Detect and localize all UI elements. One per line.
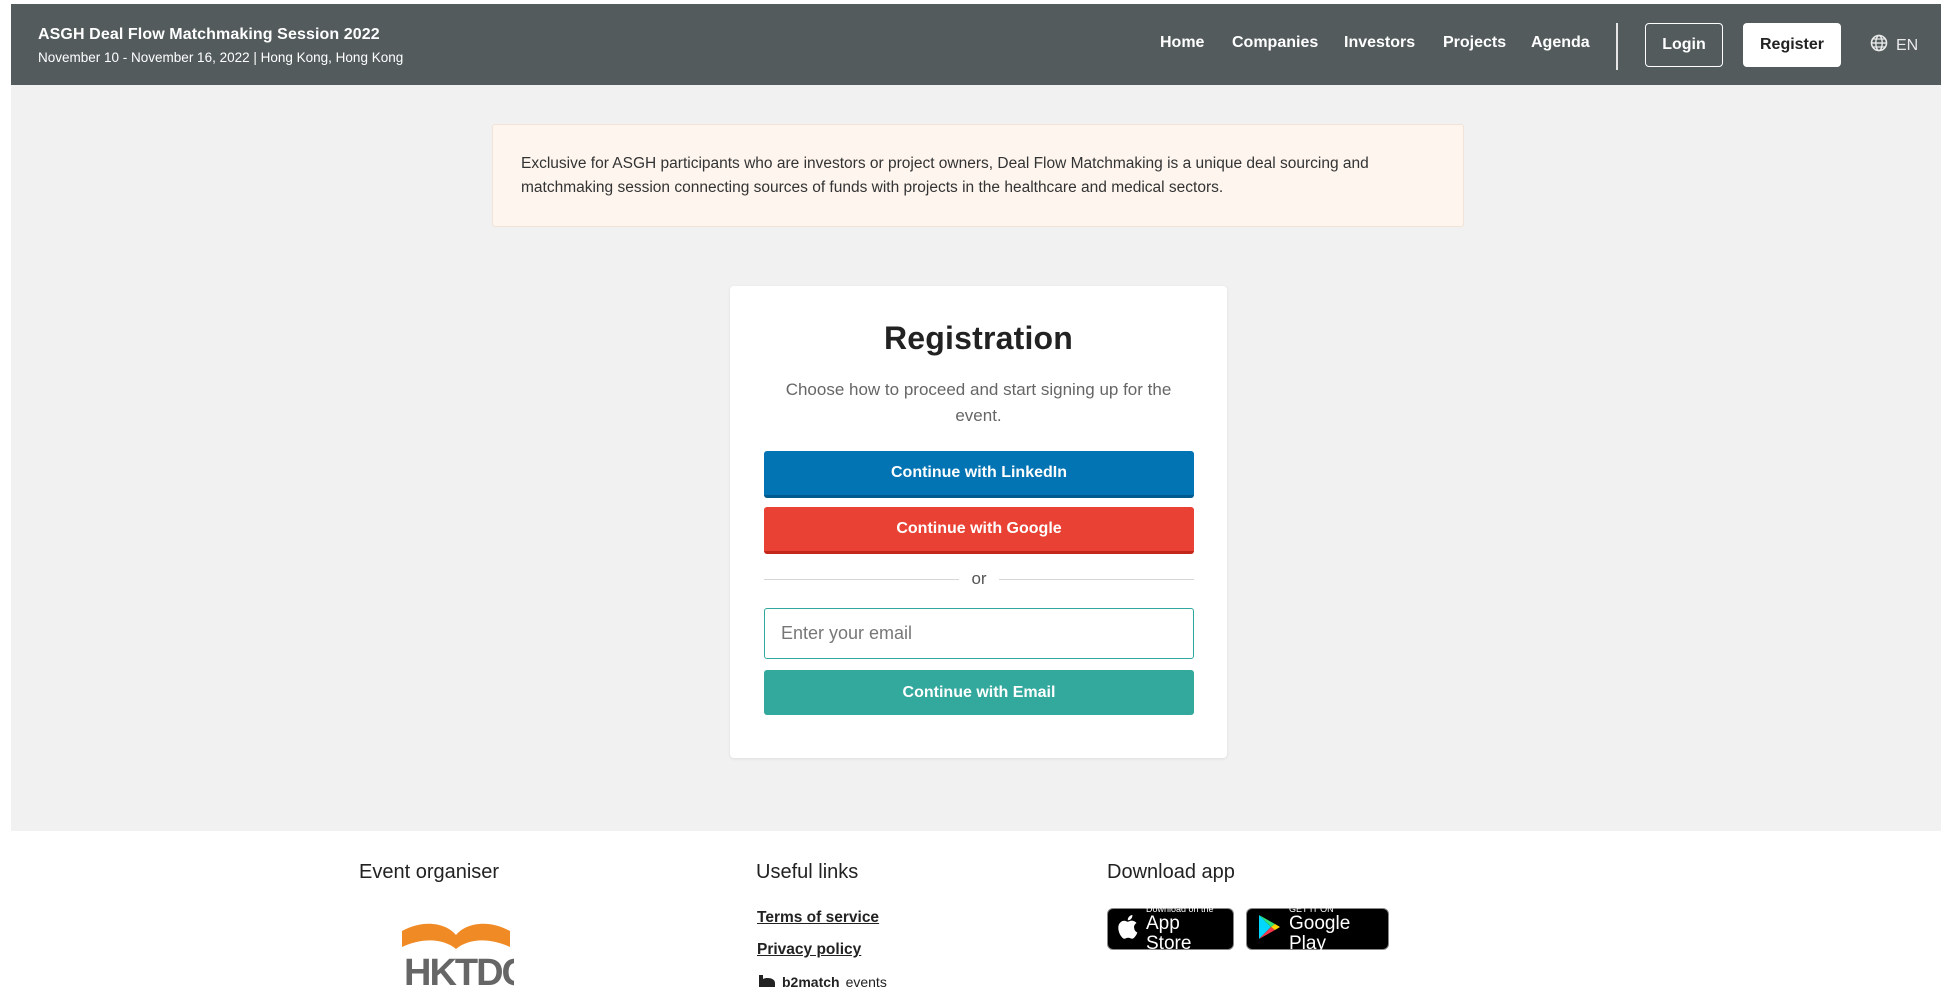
app-store-big-text: App Store bbox=[1146, 913, 1192, 954]
registration-card: Registration Choose how to proceed and s… bbox=[730, 286, 1227, 758]
b2match-icon bbox=[758, 973, 776, 987]
google-play-button[interactable]: GET IT ON Google Play bbox=[1246, 904, 1389, 954]
registration-description: Choose how to proceed and start signing … bbox=[785, 380, 1172, 425]
continue-with-email-button[interactable]: Continue with Email bbox=[764, 670, 1194, 715]
event-title: ASGH Deal Flow Matchmaking Session 2022 bbox=[38, 26, 380, 43]
continue-with-linkedin-button[interactable]: Continue with LinkedIn bbox=[764, 451, 1194, 498]
hktdc-logo[interactable]: HKTDC bbox=[394, 917, 531, 987]
nav-companies[interactable]: Companies bbox=[1232, 34, 1318, 52]
play-triangle-icon bbox=[1257, 914, 1281, 945]
nav-divider bbox=[1616, 23, 1618, 70]
globe-icon bbox=[1870, 34, 1888, 57]
registration-title: Registration bbox=[883, 320, 1074, 356]
register-button[interactable]: Register bbox=[1743, 23, 1841, 67]
nav-projects[interactable]: Projects bbox=[1443, 34, 1506, 52]
or-divider: or bbox=[764, 569, 1194, 589]
continue-with-google-button[interactable]: Continue with Google bbox=[764, 507, 1194, 554]
terms-of-service-link[interactable]: Terms of service bbox=[757, 909, 879, 927]
privacy-policy-link[interactable]: Privacy policy bbox=[757, 941, 861, 959]
login-button[interactable]: Login bbox=[1645, 23, 1723, 67]
app-store-text: Download on the App Store bbox=[1146, 904, 1223, 954]
b2match-brand-text: b2match bbox=[782, 973, 840, 987]
nav-investors[interactable]: Investors bbox=[1344, 34, 1415, 52]
google-play-big-text: Google Play bbox=[1289, 913, 1351, 954]
download-app-heading: Download app bbox=[1107, 861, 1235, 883]
nav-home[interactable]: Home bbox=[1160, 34, 1204, 52]
language-label: EN bbox=[1896, 36, 1919, 54]
email-input[interactable] bbox=[764, 608, 1194, 659]
main-content: Exclusive for ASGH participants who are … bbox=[11, 85, 1941, 831]
footer: Event organiser HKTDC Useful links Terms… bbox=[0, 831, 1941, 987]
event-organiser-heading: Event organiser bbox=[359, 861, 500, 883]
app-store-button[interactable]: Download on the App Store bbox=[1107, 904, 1234, 954]
event-notice: Exclusive for ASGH participants who are … bbox=[492, 124, 1464, 227]
apple-icon bbox=[1118, 914, 1138, 944]
language-selector[interactable]: EN bbox=[1870, 34, 1918, 57]
b2match-suffix-text: events bbox=[845, 973, 887, 987]
event-date-location: November 10 - November 16, 2022 | Hong K… bbox=[38, 50, 404, 65]
google-play-text: GET IT ON Google Play bbox=[1289, 904, 1378, 954]
divider-line-right bbox=[999, 579, 1194, 580]
hktdc-logo-text: HKTDC bbox=[404, 952, 514, 987]
top-navigation-bar: ASGH Deal Flow Matchmaking Session 2022 … bbox=[11, 4, 1941, 85]
nav-agenda[interactable]: Agenda bbox=[1531, 34, 1590, 52]
b2match-logo[interactable]: b2match events bbox=[758, 973, 887, 987]
useful-links-heading: Useful links bbox=[756, 861, 859, 883]
